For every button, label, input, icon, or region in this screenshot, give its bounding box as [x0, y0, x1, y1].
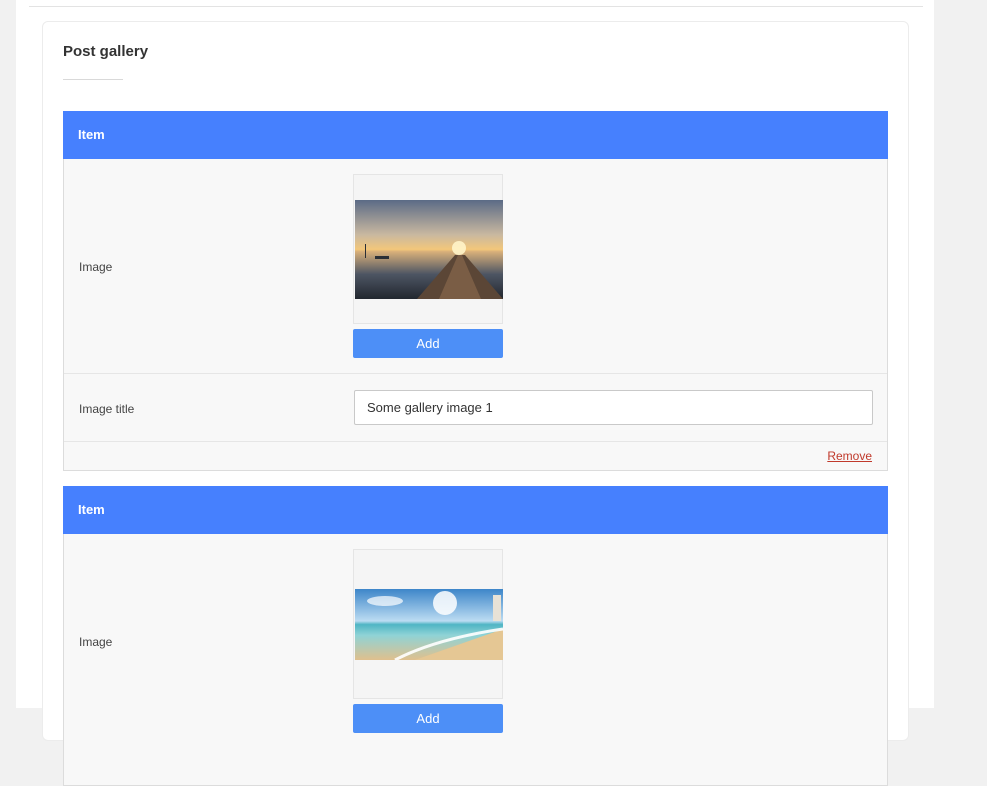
remove-item-link[interactable]: Remove — [827, 449, 872, 463]
gallery-item-2: Item Image Add — [63, 486, 888, 786]
post-gallery-card: Post gallery Item Image Add Image title … — [42, 21, 909, 786]
image-preview[interactable] — [353, 549, 503, 699]
image-label: Image — [79, 635, 113, 649]
image-title-row: Image title — [64, 374, 887, 442]
gallery-item-1: Item Image Add Image title Some gallery … — [63, 111, 888, 471]
beach-image — [355, 589, 503, 660]
image-title-input[interactable] — [354, 390, 873, 425]
title-underline — [63, 79, 123, 80]
pier-sunset-image — [355, 200, 503, 299]
page-panel: Post gallery Item Image Add Image title … — [16, 0, 934, 786]
add-image-button[interactable]: Add — [353, 704, 503, 733]
top-divider — [29, 6, 923, 7]
item-header[interactable]: Item — [63, 486, 888, 534]
card-title: Post gallery — [63, 43, 149, 60]
image-label: Image — [79, 260, 113, 274]
item-footer: Remove — [64, 442, 887, 470]
add-image-button[interactable]: Add — [353, 329, 503, 358]
image-row: Image Add — [64, 534, 887, 749]
image-row: Image Add — [64, 159, 887, 374]
item-header[interactable]: Item — [63, 111, 888, 159]
image-title-label: Image title — [79, 402, 135, 416]
image-preview[interactable] — [353, 174, 503, 324]
